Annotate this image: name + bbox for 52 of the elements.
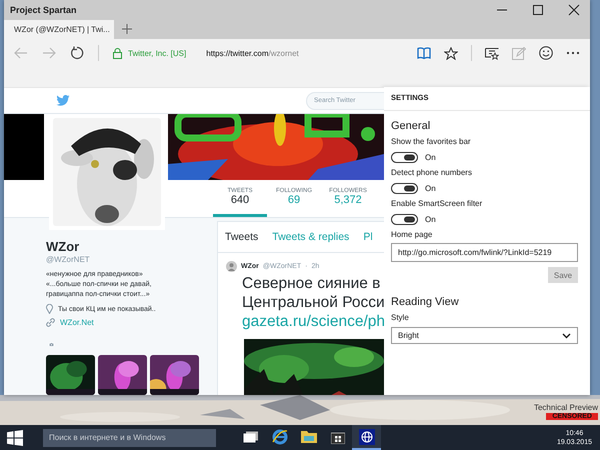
book-icon[interactable]: [417, 47, 431, 59]
address-field[interactable]: https://twitter.com/wzornet: [206, 48, 299, 58]
timeline-tab[interactable]: Tweets & replies: [265, 231, 356, 243]
tweet-text: Центральной Росси: [242, 293, 384, 312]
link-icon: [46, 318, 55, 327]
toggle-switch[interactable]: [391, 152, 418, 163]
setting-label: Detect phone numbers: [391, 168, 472, 177]
browser-tab[interactable]: WZor (@WZorNET) | Twi...: [4, 20, 114, 39]
maximize-icon[interactable]: [532, 4, 544, 16]
section-heading: General: [391, 120, 430, 132]
setting-label: Style: [391, 313, 409, 322]
taskbar-app[interactable]: [352, 425, 381, 450]
section-heading: Reading View: [391, 296, 459, 308]
desktop-notice: Technical Preview: [534, 403, 598, 412]
avatar-icon[interactable]: [226, 261, 237, 272]
chevron-icon: [562, 332, 571, 338]
folder-icon: [300, 430, 316, 443]
location-icon: [46, 304, 53, 314]
tweet-link[interactable]: gazeta.ru/science/ph: [242, 312, 384, 331]
window-title: Project Spartan: [10, 5, 78, 15]
profile-link[interactable]: WZor.Net: [60, 318, 94, 327]
setting-label: Show the favorites bar: [391, 137, 471, 146]
search-field[interactable]: Поиск в интернете и в Windows: [43, 428, 216, 446]
more-icon[interactable]: [566, 51, 580, 55]
star-icon[interactable]: [444, 46, 458, 60]
toggle-state: On: [425, 153, 436, 162]
windows-icon: [242, 430, 258, 442]
site-identity[interactable]: Twitter, Inc. [US]: [128, 48, 186, 58]
home-page-field[interactable]: http://go.microsoft.com/fwlink/?LinkId=5219: [391, 243, 578, 262]
toggle-switch[interactable]: [391, 214, 418, 225]
setting-label: Enable SmartScreen filter: [391, 199, 482, 208]
tweet-text: Северное сияние в: [242, 274, 380, 293]
timeline-tab[interactable]: Pl: [356, 231, 380, 243]
toggle-state: On: [425, 184, 436, 193]
style-dropdown[interactable]: Bright: [391, 327, 578, 344]
windows-start-icon[interactable]: [7, 430, 23, 446]
timeline-tab[interactable]: Tweets: [218, 231, 266, 243]
lock-icon: [113, 48, 122, 58]
bag-icon: [330, 430, 344, 444]
new-tab-icon[interactable]: [122, 24, 132, 34]
smiley-icon[interactable]: [539, 46, 553, 60]
profile-handle: @WZorNET: [46, 255, 90, 264]
globe-icon: [358, 428, 374, 444]
toggle-state: On: [425, 215, 436, 224]
profile-name: WZor: [46, 239, 80, 254]
hub-icon[interactable]: [485, 46, 499, 60]
banner-edge: [4, 114, 44, 180]
close-icon[interactable]: [568, 4, 580, 16]
setting-label: Home page: [391, 230, 432, 239]
refresh-icon[interactable]: [70, 46, 84, 60]
browser-e-icon: [272, 428, 288, 444]
toggle-switch[interactable]: [391, 183, 418, 194]
